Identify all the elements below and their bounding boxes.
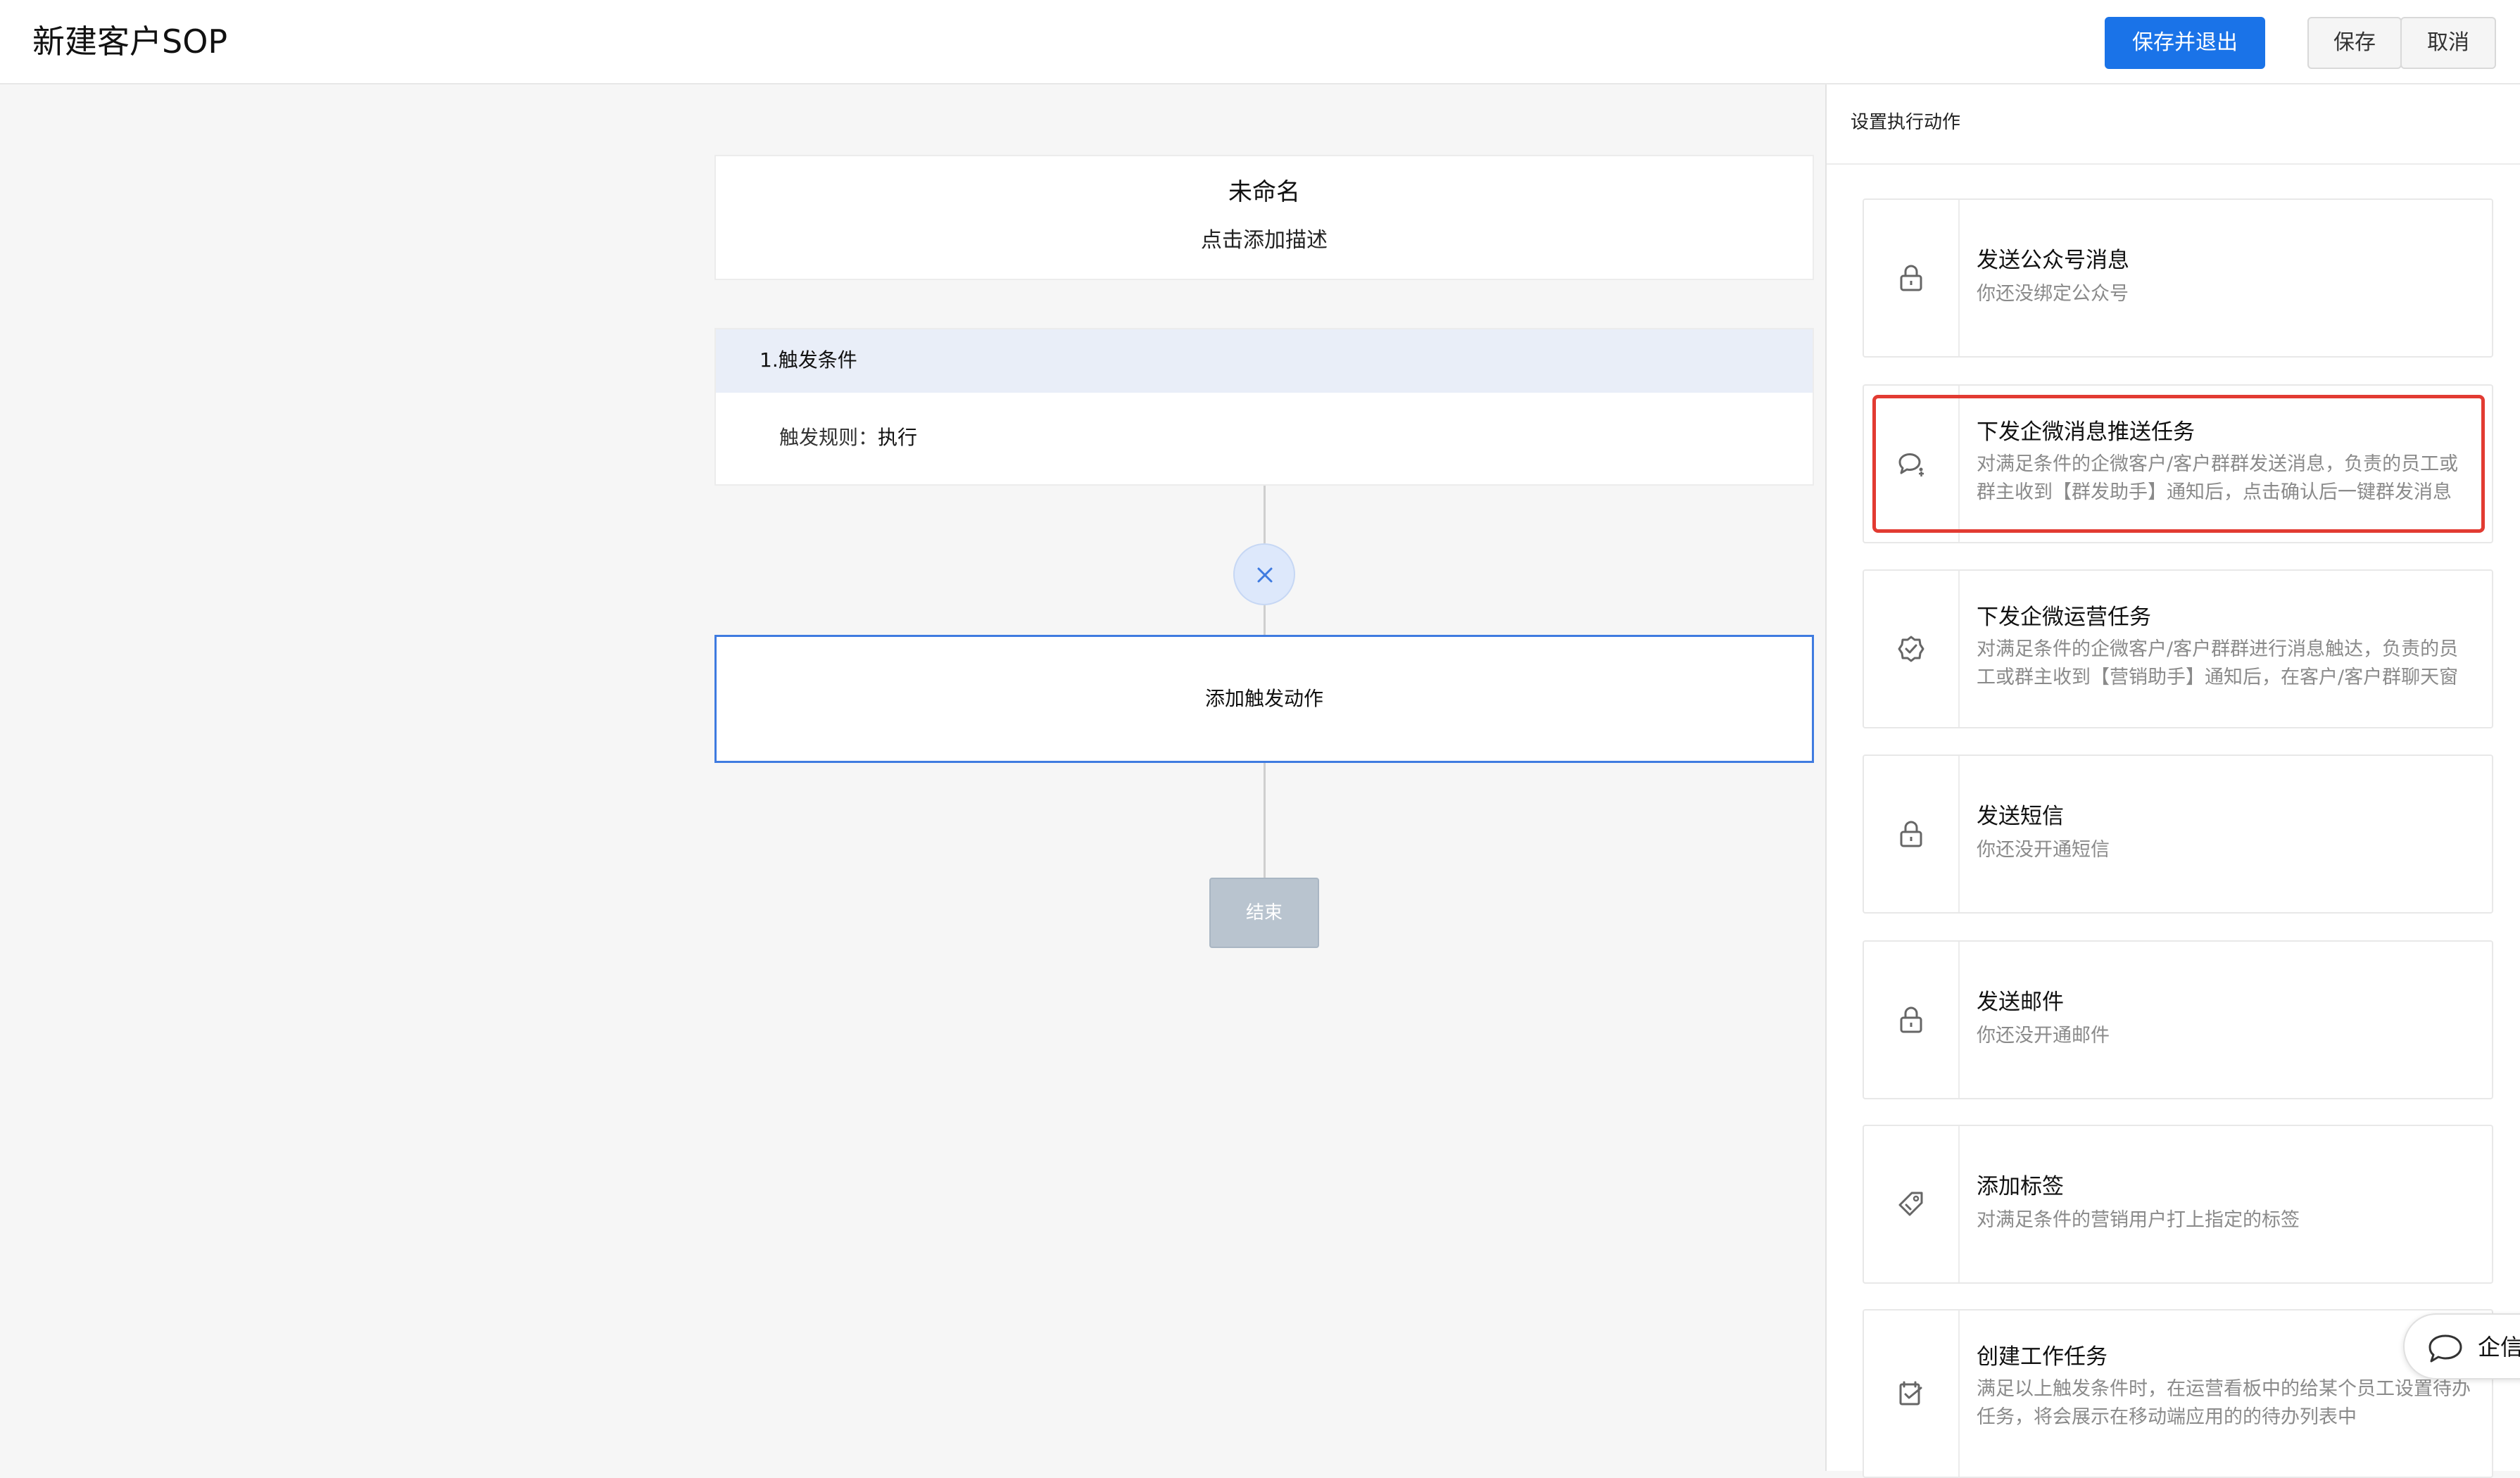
action-title: 发送邮件: [1977, 990, 2064, 1015]
close-icon: [1257, 567, 1273, 583]
sop-title-card[interactable]: 未命名 点击添加描述: [714, 155, 1814, 280]
action-subtitle: 你还没开通邮件: [1977, 1025, 2110, 1047]
trigger-condition-card[interactable]: 1.触发条件 触发规则：执行: [714, 328, 1814, 486]
action-item-sms[interactable]: 发送短信 你还没开通短信: [1863, 754, 2493, 914]
connector-line: [1264, 486, 1266, 543]
lock-icon: [1900, 265, 1922, 291]
sop-name[interactable]: 未命名: [716, 175, 1813, 210]
sop-description-link[interactable]: 点击添加描述: [716, 225, 1813, 256]
action-item-wecom-ops-task[interactable]: 下发企微运营任务 对满足条件的企微客户/客户群群进行消息触达，负责的员工或群主收…: [1863, 569, 2493, 728]
action-title: 创建工作任务: [1977, 1344, 2108, 1370]
chat-widget[interactable]: 企信: [2403, 1313, 2520, 1379]
action-item-create-task[interactable]: 创建工作任务 满足以上触发条件时，在运营看板中的给某个员工设置待办任务，将会展示…: [1863, 1309, 2493, 1478]
trigger-condition-header: 1.触发条件: [716, 329, 1813, 393]
action-title: 添加标签: [1977, 1174, 2064, 1199]
chat-icon: [2428, 1334, 2462, 1363]
connector-line: [1264, 605, 1266, 635]
trigger-rule-label: 触发规则：: [779, 426, 878, 449]
page-title: 新建客户SOP: [32, 23, 228, 61]
lock-icon: [1900, 821, 1922, 847]
action-subtitle: 你还没绑定公众号: [1977, 283, 2129, 305]
add-trigger-action-card[interactable]: 添加触发动作: [714, 635, 1814, 763]
action-item-email[interactable]: 发送邮件 你还没开通邮件: [1863, 940, 2493, 1099]
action-title: 下发企微运营任务: [1977, 605, 2151, 630]
action-title: 发送短信: [1977, 804, 2064, 829]
divider: [1827, 163, 2520, 165]
action-subtitle: 满足以上触发条件时，在运营看板中的给某个员工设置待办任务，将会展示在移动端应用的…: [1977, 1378, 2471, 1428]
action-subtitle: 对满足条件的企微客户/客户群群进行消息触达，负责的员工或群主收到【营销助手】通知…: [1977, 638, 2459, 688]
action-title: 发送公众号消息: [1977, 248, 2129, 273]
trigger-rule-value: 执行: [878, 426, 918, 449]
trigger-condition-title: 1.触发条件: [760, 348, 857, 372]
save-button[interactable]: 保存: [2307, 17, 2402, 69]
cancel-button[interactable]: 取消: [2400, 17, 2496, 69]
action-subtitle: 你还没开通短信: [1977, 839, 2110, 861]
lock-icon: [1900, 1006, 1922, 1033]
action-item-official-account[interactable]: 发送公众号消息 你还没绑定公众号: [1863, 198, 2493, 358]
connector-line: [1264, 763, 1266, 878]
remove-step-button[interactable]: [1233, 543, 1295, 605]
panel-title: 设置执行动作: [1851, 112, 1961, 133]
task-check-icon: [1899, 1381, 1922, 1406]
tag-icon: [1898, 1192, 1923, 1216]
top-header: 新建客户SOP 保存并退出 保存 取消: [0, 0, 2520, 84]
action-subtitle: 对满足条件的营销用户打上指定的标签: [1977, 1209, 2300, 1231]
badge-check-icon: [1898, 636, 1924, 662]
selected-action-highlight: [1872, 395, 2485, 533]
action-item-add-tag[interactable]: 添加标签 对满足条件的营销用户打上指定的标签: [1863, 1125, 2493, 1284]
add-trigger-action-label: 添加触发动作: [1204, 687, 1323, 710]
chat-widget-label: 企信: [2478, 1334, 2520, 1360]
save-and-exit-button[interactable]: 保存并退出: [2105, 17, 2265, 69]
trigger-rule: 触发规则：执行: [779, 422, 917, 453]
end-node[interactable]: 结束: [1209, 878, 1319, 948]
